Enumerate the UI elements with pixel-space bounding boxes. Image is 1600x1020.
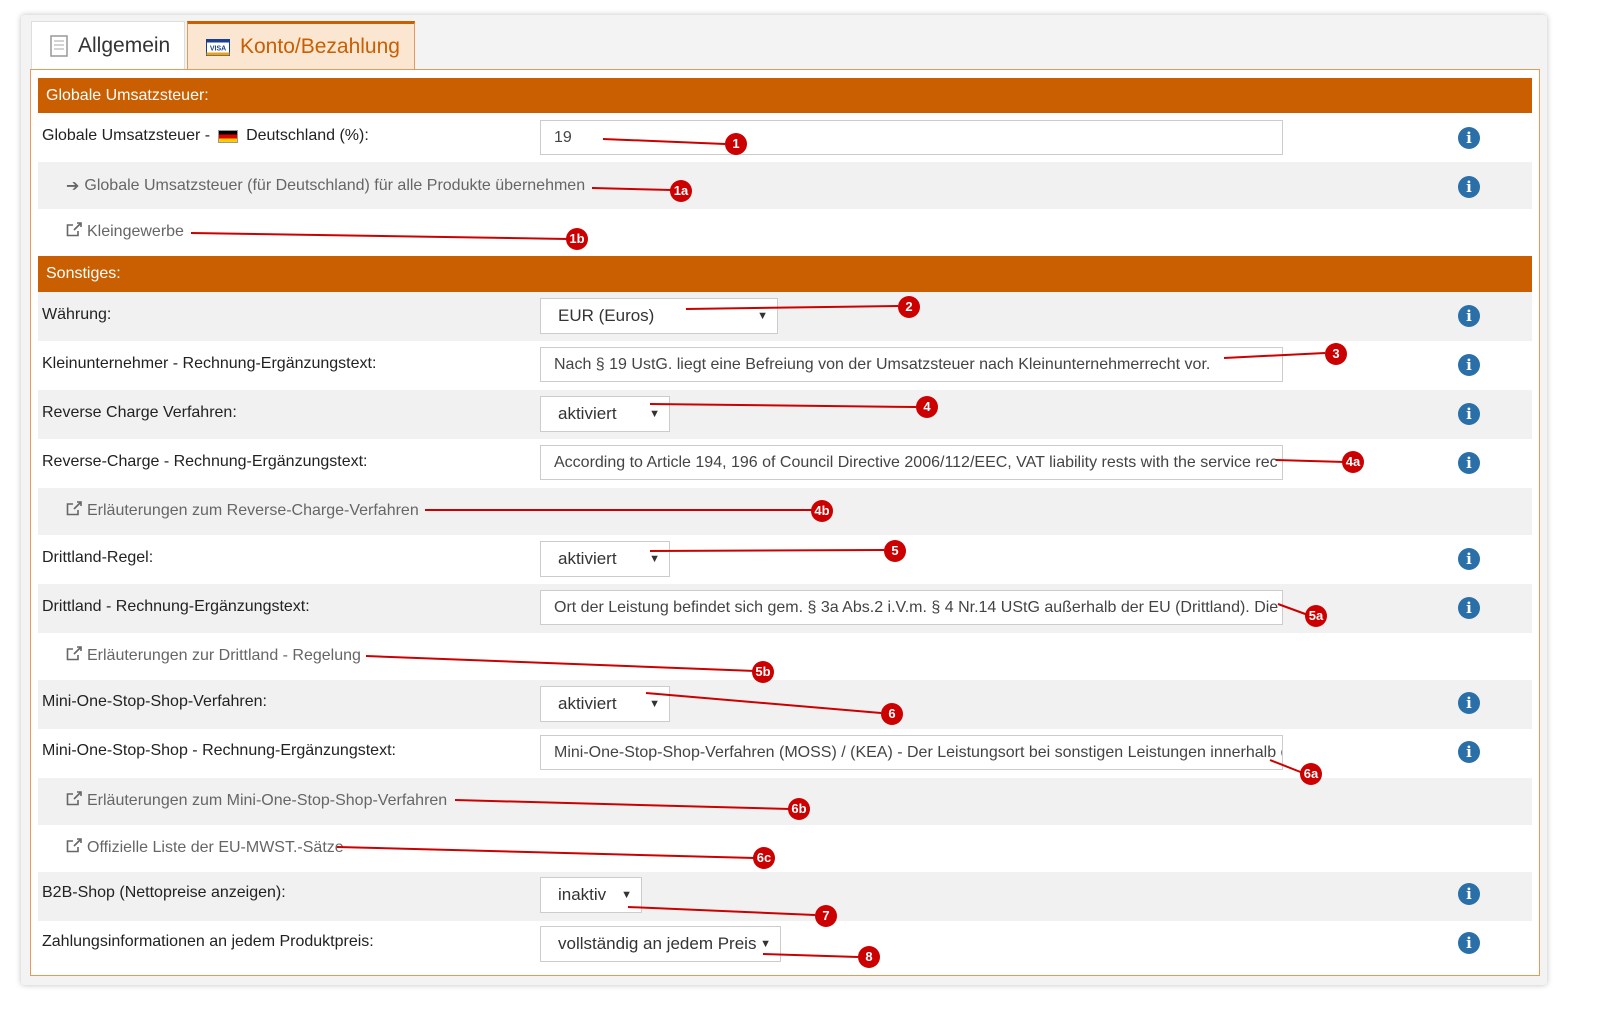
info-icon[interactable]: i: [1458, 354, 1480, 376]
external-link-icon: [66, 501, 82, 521]
external-link-icon: [66, 838, 82, 858]
section-header-other: Sonstiges:: [38, 256, 1532, 292]
annotation-badge-4a: 4a: [1342, 451, 1364, 473]
row-reverse-charge: [38, 390, 1532, 439]
currency-label: Währung:: [42, 306, 112, 323]
annotation-badge-6: 6: [881, 703, 903, 725]
info-icon[interactable]: i: [1458, 305, 1480, 327]
third-country-link[interactable]: Erläuterungen zur Drittland - Regelung: [66, 646, 361, 666]
row-currency: [38, 292, 1532, 341]
vat-apply-link[interactable]: ➔ Globale Umsatzsteuer (für Deutschland)…: [66, 176, 585, 196]
germany-flag-icon: [218, 129, 239, 143]
moss-text-input[interactable]: Mini-One-Stop-Shop-Verfahren (MOSS) / (K…: [540, 735, 1283, 770]
tab-allgemein[interactable]: Allgemein: [31, 21, 185, 69]
annotation-badge-6a: 6a: [1300, 763, 1322, 785]
moss-select[interactable]: aktiviert ▼: [540, 686, 670, 722]
annotation-badge-3: 3: [1325, 343, 1347, 365]
external-link-icon: [66, 222, 82, 242]
reverse-charge-link[interactable]: Erläuterungen zum Reverse-Charge-Verfahr…: [66, 501, 419, 521]
tab-label: Allgemein: [78, 33, 171, 57]
reverse-charge-text-input[interactable]: According to Article 194, 196 of Council…: [540, 445, 1283, 480]
annotation-badge-6b: 6b: [788, 798, 810, 820]
moss-link[interactable]: Erläuterungen zum Mini-One-Stop-Shop-Ver…: [66, 791, 447, 811]
payment-info-label: Zahlungsinformationen an jedem Produktpr…: [42, 933, 374, 950]
reverse-charge-select[interactable]: aktiviert ▼: [540, 396, 670, 432]
external-link-icon: [66, 791, 82, 811]
info-icon[interactable]: i: [1458, 692, 1480, 714]
row-small-business-link: [38, 209, 1532, 256]
info-icon[interactable]: i: [1458, 883, 1480, 905]
visa-card-icon: VISA: [206, 38, 230, 56]
tab-label: Konto/Bezahlung: [240, 35, 400, 58]
chevron-down-icon: ▼: [760, 938, 771, 950]
annotation-badge-1a: 1a: [670, 180, 692, 202]
annotation-badge-4b: 4b: [811, 500, 833, 522]
small-business-text-label: Kleinunternehmer - Rechnung-Ergänzungste…: [42, 355, 377, 372]
info-icon[interactable]: i: [1458, 176, 1480, 198]
arrow-right-icon: ➔: [66, 178, 80, 195]
annotation-badge-7: 7: [815, 905, 837, 927]
annotation-badge-2: 2: [898, 296, 920, 318]
info-icon[interactable]: i: [1458, 932, 1480, 954]
chevron-down-icon: ▼: [621, 889, 632, 901]
reverse-charge-text-label: Reverse-Charge - Rechnung-Ergänzungstext…: [42, 453, 368, 470]
annotation-badge-1b: 1b: [566, 228, 588, 250]
global-vat-label: Globale Umsatzsteuer - Deutschland (%):: [42, 127, 369, 144]
row-third-country: [38, 535, 1532, 584]
third-country-label: Drittland-Regel:: [42, 549, 154, 566]
small-business-text-input[interactable]: Nach § 19 UstG. liegt eine Befreiung von…: [540, 347, 1283, 382]
payment-info-select[interactable]: vollständig an jedem Preis ▼: [540, 926, 781, 962]
annotation-badge-8: 8: [858, 946, 880, 968]
chevron-down-icon: ▼: [757, 310, 768, 322]
third-country-text-input[interactable]: Ort der Leistung befindet sich gem. § 3a…: [540, 590, 1283, 625]
info-icon[interactable]: i: [1458, 548, 1480, 570]
third-country-select[interactable]: aktiviert ▼: [540, 541, 670, 577]
annotation-badge-4: 4: [916, 396, 938, 418]
document-icon: [50, 34, 68, 57]
moss-text-label: Mini-One-Stop-Shop - Rechnung-Ergänzungs…: [42, 742, 396, 759]
global-vat-input[interactable]: 19: [540, 120, 1283, 155]
chevron-down-icon: ▼: [649, 408, 660, 420]
annotation-badge-5a: 5a: [1305, 605, 1327, 627]
info-icon[interactable]: i: [1458, 741, 1480, 763]
chevron-down-icon: ▼: [649, 553, 660, 565]
info-icon[interactable]: i: [1458, 452, 1480, 474]
currency-select[interactable]: EUR (Euros) ▼: [540, 298, 778, 334]
b2b-select[interactable]: inaktiv ▼: [540, 877, 642, 913]
moss-label: Mini-One-Stop-Shop-Verfahren:: [42, 693, 267, 710]
third-country-text-label: Drittland - Rechnung-Ergänzungstext:: [42, 598, 310, 615]
annotation-badge-1: 1: [725, 133, 747, 155]
small-business-link[interactable]: Kleingewerbe: [66, 222, 184, 242]
section-header-global-vat: Globale Umsatzsteuer:: [38, 78, 1532, 113]
chevron-down-icon: ▼: [649, 698, 660, 710]
info-icon[interactable]: i: [1458, 403, 1480, 425]
reverse-charge-label: Reverse Charge Verfahren:: [42, 404, 237, 421]
annotation-badge-5b: 5b: [752, 661, 774, 683]
eu-vat-list-link[interactable]: Offizielle Liste der EU-MWST.-Sätze: [66, 838, 344, 858]
svg-text:VISA: VISA: [210, 45, 226, 52]
external-link-icon: [66, 646, 82, 666]
info-icon[interactable]: i: [1458, 597, 1480, 619]
annotation-badge-6c: 6c: [753, 847, 775, 869]
annotation-badge-5: 5: [884, 540, 906, 562]
info-icon[interactable]: i: [1458, 127, 1480, 149]
tab-konto-bezahlung[interactable]: VISA Konto/Bezahlung: [187, 21, 415, 71]
b2b-label: B2B-Shop (Nettopreise anzeigen):: [42, 884, 286, 901]
